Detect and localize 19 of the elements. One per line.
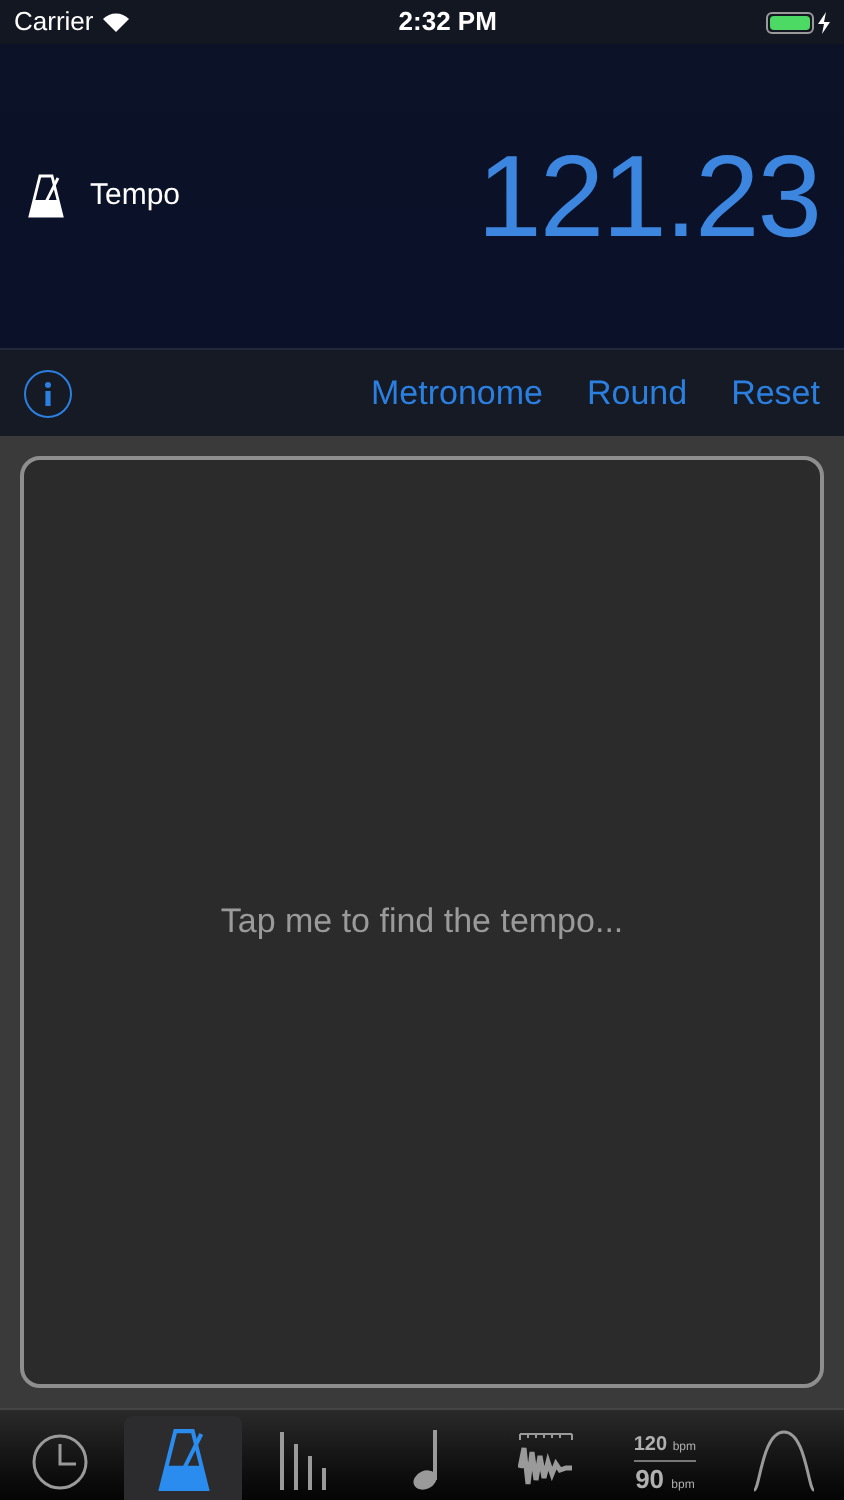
toolbar-button[interactable]: Reset (731, 367, 820, 419)
sine-wave-icon (752, 1428, 817, 1492)
tab-bar-item[interactable] (123, 1416, 243, 1500)
info-button[interactable] (24, 369, 72, 417)
note-icon (410, 1428, 443, 1492)
info-icon (44, 381, 52, 405)
tempo-value: 121.23 (477, 129, 820, 265)
clock-icon (29, 1432, 90, 1492)
tap-area[interactable]: Tap me to find the tempo... (20, 456, 824, 1388)
carrier-label: Carrier (14, 4, 94, 41)
status-time: 2:32 PM (398, 4, 497, 41)
tempo-label: Tempo (90, 175, 181, 216)
tap-prompt: Tap me to find the tempo... (220, 900, 624, 945)
metronome-icon (28, 174, 64, 218)
wifi-icon (101, 11, 130, 33)
battery-icon (766, 11, 814, 33)
toolbar-button[interactable]: Metronome (370, 367, 543, 419)
metronome-icon (157, 1428, 210, 1492)
toolbar-button[interactable]: Round (586, 367, 688, 419)
